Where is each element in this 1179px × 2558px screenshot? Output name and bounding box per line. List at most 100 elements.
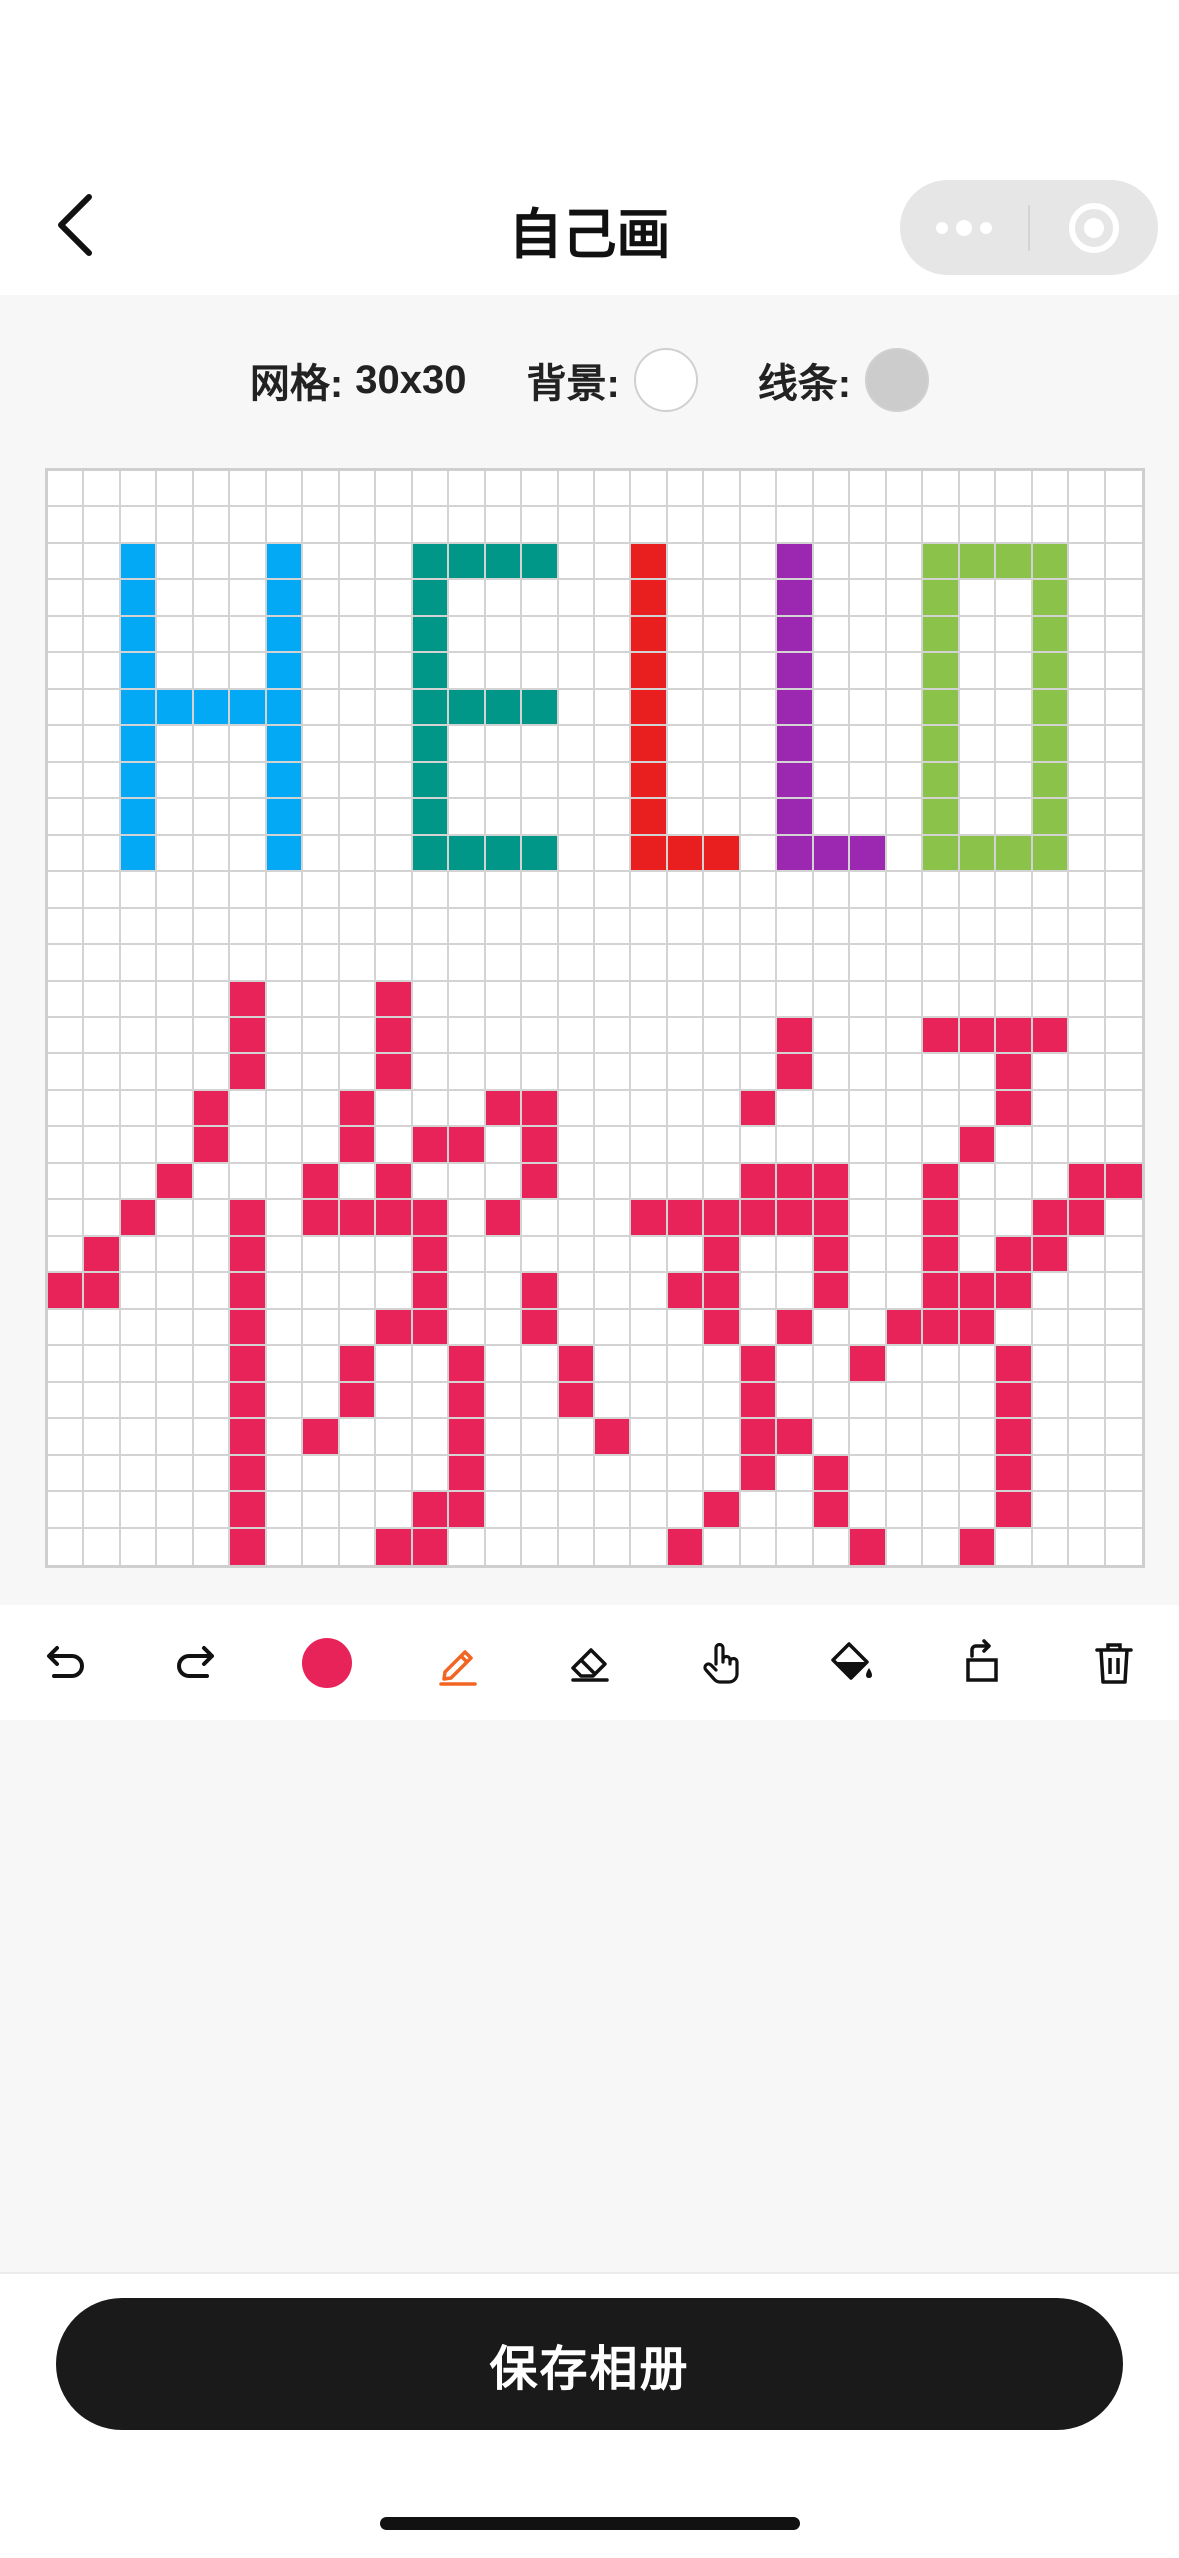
pixel-cell[interactable] [631, 1309, 668, 1347]
pixel-cell[interactable] [485, 945, 523, 982]
pixel-cell[interactable] [339, 981, 377, 1018]
pixel-cell[interactable] [923, 872, 960, 909]
save-to-album-button[interactable]: 保存相册 [56, 2298, 1123, 2430]
pixel-cell[interactable] [1069, 1492, 1106, 1529]
pixel-cell[interactable] [595, 1455, 632, 1493]
pixel-cell[interactable] [1069, 762, 1106, 800]
pixel-cell[interactable] [631, 543, 668, 581]
pixel-cell[interactable] [376, 908, 413, 946]
pixel-cell[interactable] [886, 507, 924, 544]
pixel-cell[interactable] [595, 726, 632, 763]
pixel-cell[interactable] [230, 1018, 267, 1055]
pixel-cell[interactable] [449, 1309, 486, 1347]
pixel-cell[interactable] [631, 981, 668, 1018]
pixel-cell[interactable] [449, 981, 486, 1018]
pixel-cell[interactable] [303, 580, 340, 617]
pixel-cell[interactable] [120, 908, 158, 946]
pixel-cell[interactable] [412, 835, 450, 873]
pixel-cell[interactable] [886, 616, 924, 654]
pixel-cell[interactable] [813, 616, 851, 654]
pixel-cell[interactable] [777, 1236, 814, 1274]
pixel-cell[interactable] [84, 1382, 121, 1420]
pixel-cell[interactable] [193, 1492, 231, 1529]
pixel-cell[interactable] [376, 945, 413, 982]
pixel-cell[interactable] [595, 799, 632, 836]
pixel-cell[interactable] [376, 1346, 413, 1383]
pixel-cell[interactable] [595, 1127, 632, 1164]
pixel-cell[interactable] [704, 1054, 741, 1091]
pixel-cell[interactable] [1032, 1018, 1070, 1055]
pixel-cell[interactable] [558, 1163, 595, 1201]
pixel-cell[interactable] [376, 835, 413, 873]
pixel-cell[interactable] [996, 1382, 1033, 1420]
pixel-cell[interactable] [667, 1054, 705, 1091]
pixel-cell[interactable] [959, 1236, 997, 1274]
pixel-cell[interactable] [157, 1346, 194, 1383]
pixel-cell[interactable] [1032, 580, 1070, 617]
pixel-cell[interactable] [886, 653, 924, 690]
pixel-cell[interactable] [193, 981, 231, 1018]
pixel-cell[interactable] [1105, 1018, 1142, 1055]
pixel-cell[interactable] [959, 689, 997, 727]
pixel-cell[interactable] [850, 1200, 887, 1237]
pixel-cell[interactable] [558, 1419, 595, 1456]
pixel-cell[interactable] [48, 1528, 85, 1565]
pixel-cell[interactable] [230, 1382, 267, 1420]
pixel-cell[interactable] [485, 1492, 523, 1529]
pixel-cell[interactable] [339, 1163, 377, 1201]
pixel-cell[interactable] [449, 580, 486, 617]
pixel-cell[interactable] [449, 1382, 486, 1420]
pixel-cell[interactable] [1105, 1127, 1142, 1164]
pixel-cell[interactable] [303, 1236, 340, 1274]
pixel-cell[interactable] [120, 981, 158, 1018]
pixel-cell[interactable] [558, 580, 595, 617]
pixel-cell[interactable] [303, 945, 340, 982]
pixel-cell[interactable] [813, 1018, 851, 1055]
pixel-cell[interactable] [120, 1382, 158, 1420]
pixel-cell[interactable] [740, 543, 778, 581]
pixel-cell[interactable] [631, 1018, 668, 1055]
pixel-cell[interactable] [558, 616, 595, 654]
pixel-cell[interactable] [230, 543, 267, 581]
pixel-cell[interactable] [850, 507, 887, 544]
pixel-cell[interactable] [193, 1018, 231, 1055]
pixel-cell[interactable] [667, 762, 705, 800]
pixel-cell[interactable] [558, 653, 595, 690]
pixel-cell[interactable] [1105, 1273, 1142, 1310]
pixel-cell[interactable] [339, 580, 377, 617]
pixel-cell[interactable] [595, 616, 632, 654]
pixel-cell[interactable] [558, 1346, 595, 1383]
pixel-cell[interactable] [449, 1492, 486, 1529]
pixel-cell[interactable] [667, 1200, 705, 1237]
pixel-cell[interactable] [667, 507, 705, 544]
pixel-cell[interactable] [959, 1018, 997, 1055]
pixel-cell[interactable] [84, 1528, 121, 1565]
pixel-cell[interactable] [266, 1382, 304, 1420]
pixel-cell[interactable] [84, 616, 121, 654]
pixel-cell[interactable] [522, 872, 559, 909]
pixel-cell[interactable] [157, 1492, 194, 1529]
pixel-cell[interactable] [886, 580, 924, 617]
pixel-cell[interactable] [558, 1127, 595, 1164]
pixel-cell[interactable] [923, 1200, 960, 1237]
pixel-cell[interactable] [412, 1054, 450, 1091]
pixel-cell[interactable] [303, 1200, 340, 1237]
pixel-cell[interactable] [631, 1200, 668, 1237]
pixel-cell[interactable] [923, 1127, 960, 1164]
pixel-cell[interactable] [48, 1309, 85, 1347]
pixel-cell[interactable] [631, 1090, 668, 1128]
pixel-cell[interactable] [1069, 653, 1106, 690]
pixel-cell[interactable] [631, 945, 668, 982]
pixel-cell[interactable] [339, 726, 377, 763]
pixel-cell[interactable] [667, 1528, 705, 1565]
pixel-cell[interactable] [740, 1492, 778, 1529]
pixel-cell[interactable] [84, 1419, 121, 1456]
pixel-cell[interactable] [412, 945, 450, 982]
pixel-cell[interactable] [777, 471, 814, 508]
pixel-cell[interactable] [84, 1018, 121, 1055]
pixel-cell[interactable] [923, 616, 960, 654]
pixel-cell[interactable] [485, 835, 523, 873]
pixel-cell[interactable] [339, 1455, 377, 1493]
pixel-cell[interactable] [667, 653, 705, 690]
pixel-cell[interactable] [376, 1309, 413, 1347]
